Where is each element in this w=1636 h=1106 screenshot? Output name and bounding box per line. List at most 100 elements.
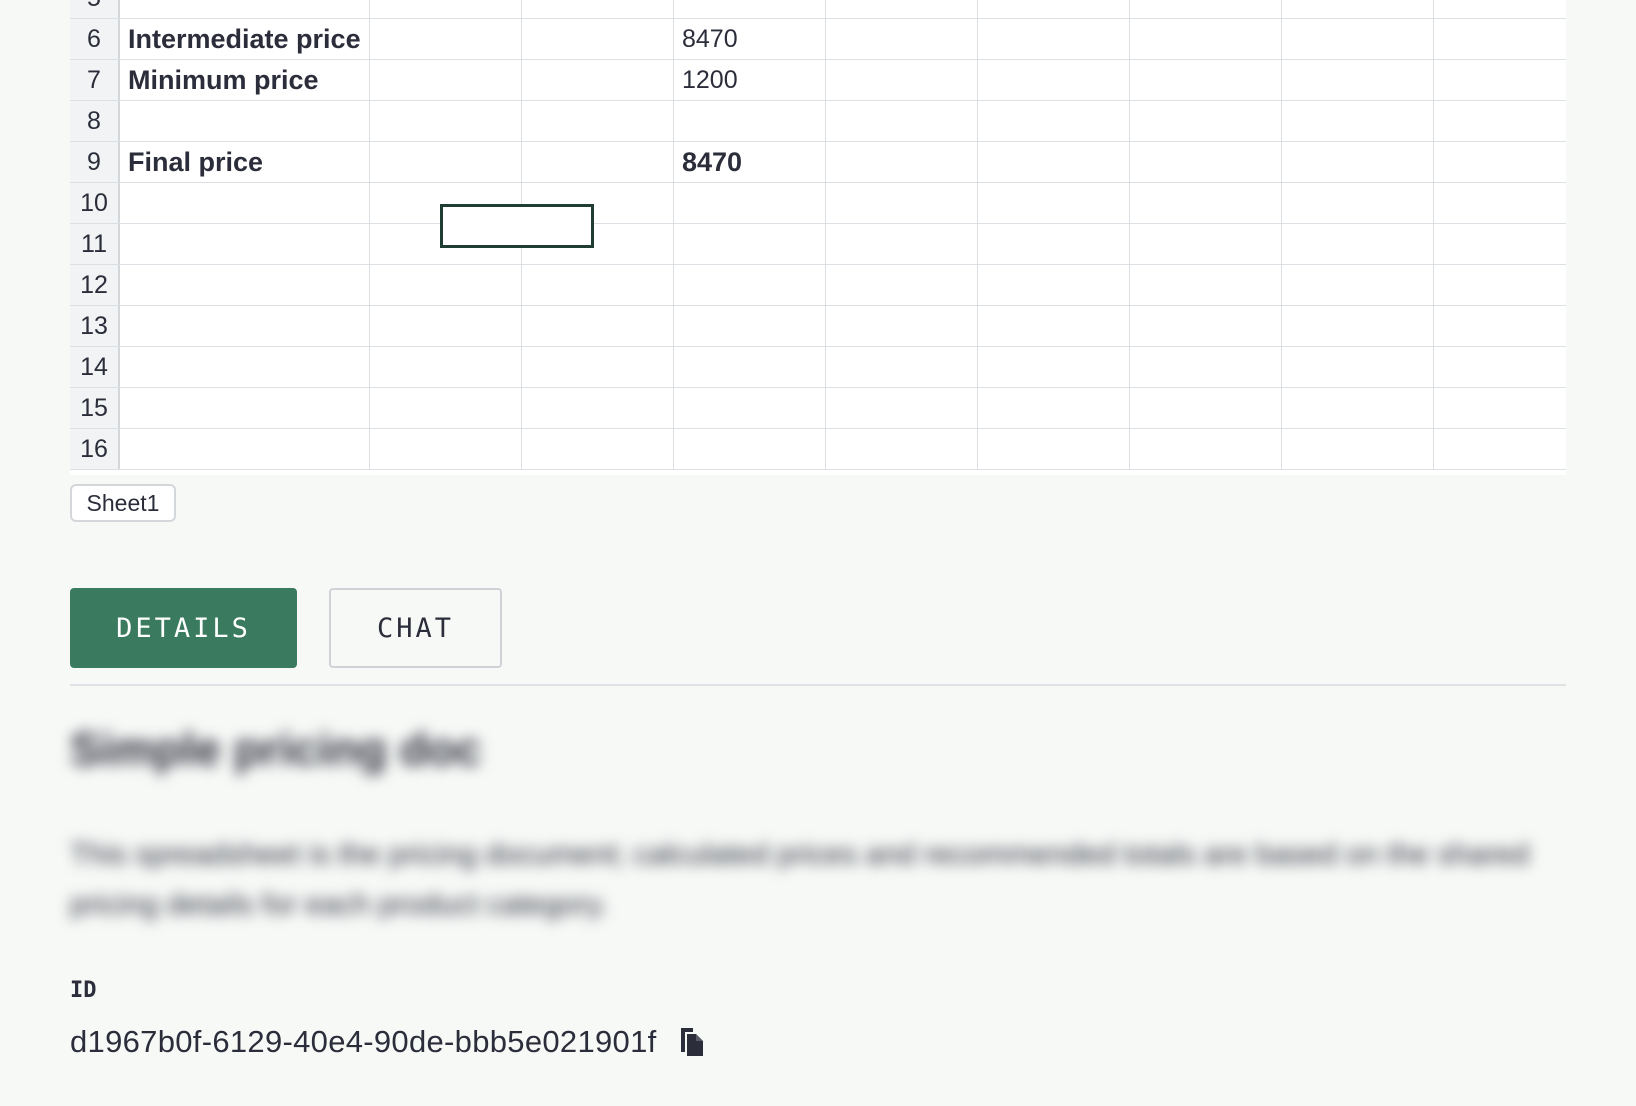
sheet-cell[interactable] (978, 429, 1130, 469)
sheet-cell[interactable] (978, 19, 1130, 59)
sheet-cell[interactable] (1434, 347, 1566, 387)
sheet-cell[interactable] (1434, 265, 1566, 305)
sheet-cell[interactable] (1130, 306, 1282, 346)
sheet-cell[interactable] (120, 265, 370, 305)
sheet-cell[interactable] (1282, 347, 1434, 387)
sheet-cell[interactable] (370, 60, 522, 100)
sheet-cell[interactable] (370, 265, 522, 305)
sheet-cell[interactable] (1282, 142, 1434, 182)
sheet-cell[interactable] (370, 306, 522, 346)
sheet-cell[interactable] (674, 347, 826, 387)
sheet-cell[interactable] (826, 60, 978, 100)
sheet-cell[interactable] (1130, 19, 1282, 59)
sheet-cell[interactable] (120, 224, 370, 264)
sheet-cell[interactable] (370, 347, 522, 387)
sheet-cell[interactable] (1434, 101, 1566, 141)
sheet-cell[interactable] (1434, 388, 1566, 428)
row-number[interactable]: 8 (70, 101, 120, 141)
row-number[interactable]: 13 (70, 306, 120, 346)
sheet-cell[interactable] (120, 429, 370, 469)
row-number[interactable]: 10 (70, 183, 120, 223)
sheet-cell[interactable] (522, 388, 674, 428)
sheet-cell[interactable] (1130, 142, 1282, 182)
row-number[interactable]: 11 (70, 224, 120, 264)
sheet-cell[interactable] (370, 142, 522, 182)
sheet-cell[interactable] (522, 142, 674, 182)
sheet-tab[interactable]: Sheet1 (70, 484, 176, 522)
sheet-cell[interactable] (674, 265, 826, 305)
sheet-cell[interactable] (978, 101, 1130, 141)
sheet-cell[interactable] (674, 0, 826, 18)
sheet-cell[interactable] (826, 224, 978, 264)
sheet-cell[interactable] (674, 388, 826, 428)
sheet-cell[interactable] (1282, 306, 1434, 346)
sheet-cell[interactable] (370, 0, 522, 18)
sheet-cell[interactable]: 1200 (674, 60, 826, 100)
sheet-cell[interactable] (1434, 224, 1566, 264)
sheet-cell[interactable] (978, 224, 1130, 264)
sheet-cell[interactable]: Final price (120, 142, 370, 182)
tab-details[interactable]: DETAILS (70, 588, 297, 668)
sheet-cell[interactable] (522, 60, 674, 100)
sheet-cell[interactable] (1434, 0, 1566, 18)
sheet-cell[interactable]: 8470 (674, 142, 826, 182)
sheet-cell[interactable] (120, 306, 370, 346)
sheet-cell[interactable] (826, 429, 978, 469)
sheet-cell[interactable] (1282, 60, 1434, 100)
sheet-cell[interactable] (826, 265, 978, 305)
sheet-cell[interactable] (522, 347, 674, 387)
sheet-cell[interactable] (674, 183, 826, 223)
row-number[interactable]: 15 (70, 388, 120, 428)
sheet-cell[interactable] (978, 0, 1130, 18)
sheet-cell[interactable] (1434, 183, 1566, 223)
sheet-cell[interactable] (674, 101, 826, 141)
sheet-cell[interactable] (1130, 429, 1282, 469)
sheet-cell[interactable] (978, 60, 1130, 100)
row-number[interactable]: 16 (70, 429, 120, 469)
sheet-cell[interactable] (1130, 347, 1282, 387)
sheet-cell[interactable] (826, 101, 978, 141)
sheet-cell[interactable] (674, 306, 826, 346)
sheet-cell[interactable] (522, 306, 674, 346)
sheet-cell[interactable] (1434, 306, 1566, 346)
sheet-cell[interactable] (120, 0, 370, 18)
sheet-cell[interactable] (978, 142, 1130, 182)
row-number[interactable]: 7 (70, 60, 120, 100)
sheet-cell[interactable] (826, 388, 978, 428)
sheet-cell[interactable] (120, 101, 370, 141)
sheet-cell[interactable] (978, 388, 1130, 428)
sheet-cell[interactable] (978, 306, 1130, 346)
sheet-cell[interactable] (1130, 0, 1282, 18)
sheet-cell[interactable] (522, 101, 674, 141)
row-number[interactable]: 12 (70, 265, 120, 305)
sheet-cell[interactable] (1130, 265, 1282, 305)
sheet-cell[interactable] (826, 347, 978, 387)
row-number[interactable]: 9 (70, 142, 120, 182)
sheet-cell[interactable] (1130, 183, 1282, 223)
row-number[interactable]: 6 (70, 19, 120, 59)
sheet-cell[interactable] (1282, 101, 1434, 141)
selected-cell[interactable] (440, 204, 594, 248)
sheet-cell[interactable] (1282, 19, 1434, 59)
sheet-cell[interactable] (978, 347, 1130, 387)
sheet-cell[interactable] (120, 347, 370, 387)
sheet-cell[interactable] (370, 19, 522, 59)
sheet-cell[interactable] (522, 429, 674, 469)
sheet-cell[interactable] (674, 429, 826, 469)
tab-chat[interactable]: CHAT (329, 588, 502, 668)
sheet-cell[interactable] (978, 183, 1130, 223)
sheet-cell[interactable] (1434, 429, 1566, 469)
sheet-cell[interactable] (1282, 388, 1434, 428)
sheet-cell[interactable] (826, 0, 978, 18)
sheet-cell[interactable] (522, 19, 674, 59)
sheet-cell[interactable] (1282, 224, 1434, 264)
sheet-cell[interactable] (1282, 183, 1434, 223)
row-number[interactable]: 14 (70, 347, 120, 387)
sheet-cell[interactable]: 8470 (674, 19, 826, 59)
sheet-cell[interactable] (674, 224, 826, 264)
sheet-cell[interactable] (120, 183, 370, 223)
sheet-cell[interactable] (978, 265, 1130, 305)
sheet-cell[interactable]: Intermediate price (120, 19, 370, 59)
sheet-cell[interactable] (1130, 60, 1282, 100)
sheet-cell[interactable] (1282, 0, 1434, 18)
